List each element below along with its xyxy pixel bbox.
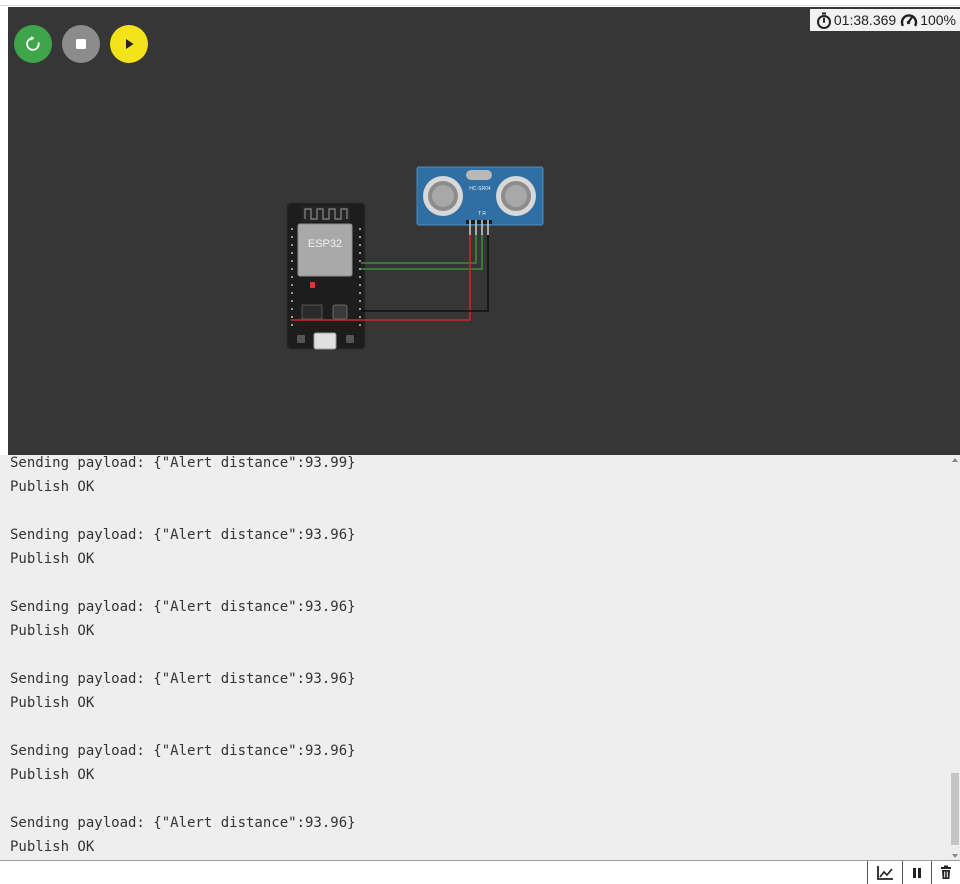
console-line: Sending payload: {"Alert distance":93.99… <box>10 455 356 471</box>
console-line: Publish OK <box>10 479 95 495</box>
scroll-down-arrow[interactable] <box>952 854 958 858</box>
esp32-chip-label: ESP32 <box>308 238 342 250</box>
serial-monitor[interactable]: Sending payload: {"Alert distance":93.99… <box>0 455 950 860</box>
console-line: Publish OK <box>10 551 95 567</box>
esp32-board[interactable]: ESP32 <box>286 202 366 350</box>
console-line: Sending payload: {"Alert distance":93.96… <box>10 671 356 687</box>
console-line: Sending payload: {"Alert distance":93.96… <box>10 599 356 615</box>
circuit-diagram: ESP32 HC-SR04 T R <box>286 166 544 350</box>
svg-text:T R: T R <box>478 211 486 217</box>
console-line: Publish OK <box>10 695 95 711</box>
chart-icon <box>877 865 893 880</box>
left-edge <box>0 7 8 455</box>
clear-button[interactable] <box>931 861 960 884</box>
pause-button[interactable] <box>902 861 931 884</box>
top-divider <box>0 5 960 6</box>
serial-output: Sending payload: {"Alert distance":93.99… <box>10 455 356 859</box>
console-scrollbar[interactable] <box>950 455 960 860</box>
trash-icon <box>941 865 951 879</box>
console-line: Publish OK <box>10 767 95 783</box>
pause-icon <box>913 867 921 878</box>
console-bottom-border <box>0 860 960 861</box>
wire-echo <box>361 235 483 270</box>
top-strip <box>0 0 960 7</box>
wire-gnd <box>361 235 489 312</box>
plotter-button[interactable] <box>867 861 902 884</box>
console-line: Sending payload: {"Alert distance":93.96… <box>10 527 356 543</box>
scroll-up-arrow[interactable] <box>952 458 958 462</box>
simulation-canvas[interactable]: 01:38.369 100% ESP32 HC-SR04 T R <box>8 7 960 455</box>
scrollbar-thumb[interactable] <box>951 773 959 845</box>
console-toolbar <box>867 861 960 884</box>
wire-trig <box>361 235 477 264</box>
console-line: Sending payload: {"Alert distance":93.96… <box>10 743 356 759</box>
console-line: Publish OK <box>10 839 95 855</box>
sensor-model-label: HC-SR04 <box>469 186 491 192</box>
console-line: Publish OK <box>10 623 95 639</box>
hc-sr04-sensor[interactable]: HC-SR04 T R <box>416 166 544 235</box>
console-line: Sending payload: {"Alert distance":93.96… <box>10 815 356 831</box>
